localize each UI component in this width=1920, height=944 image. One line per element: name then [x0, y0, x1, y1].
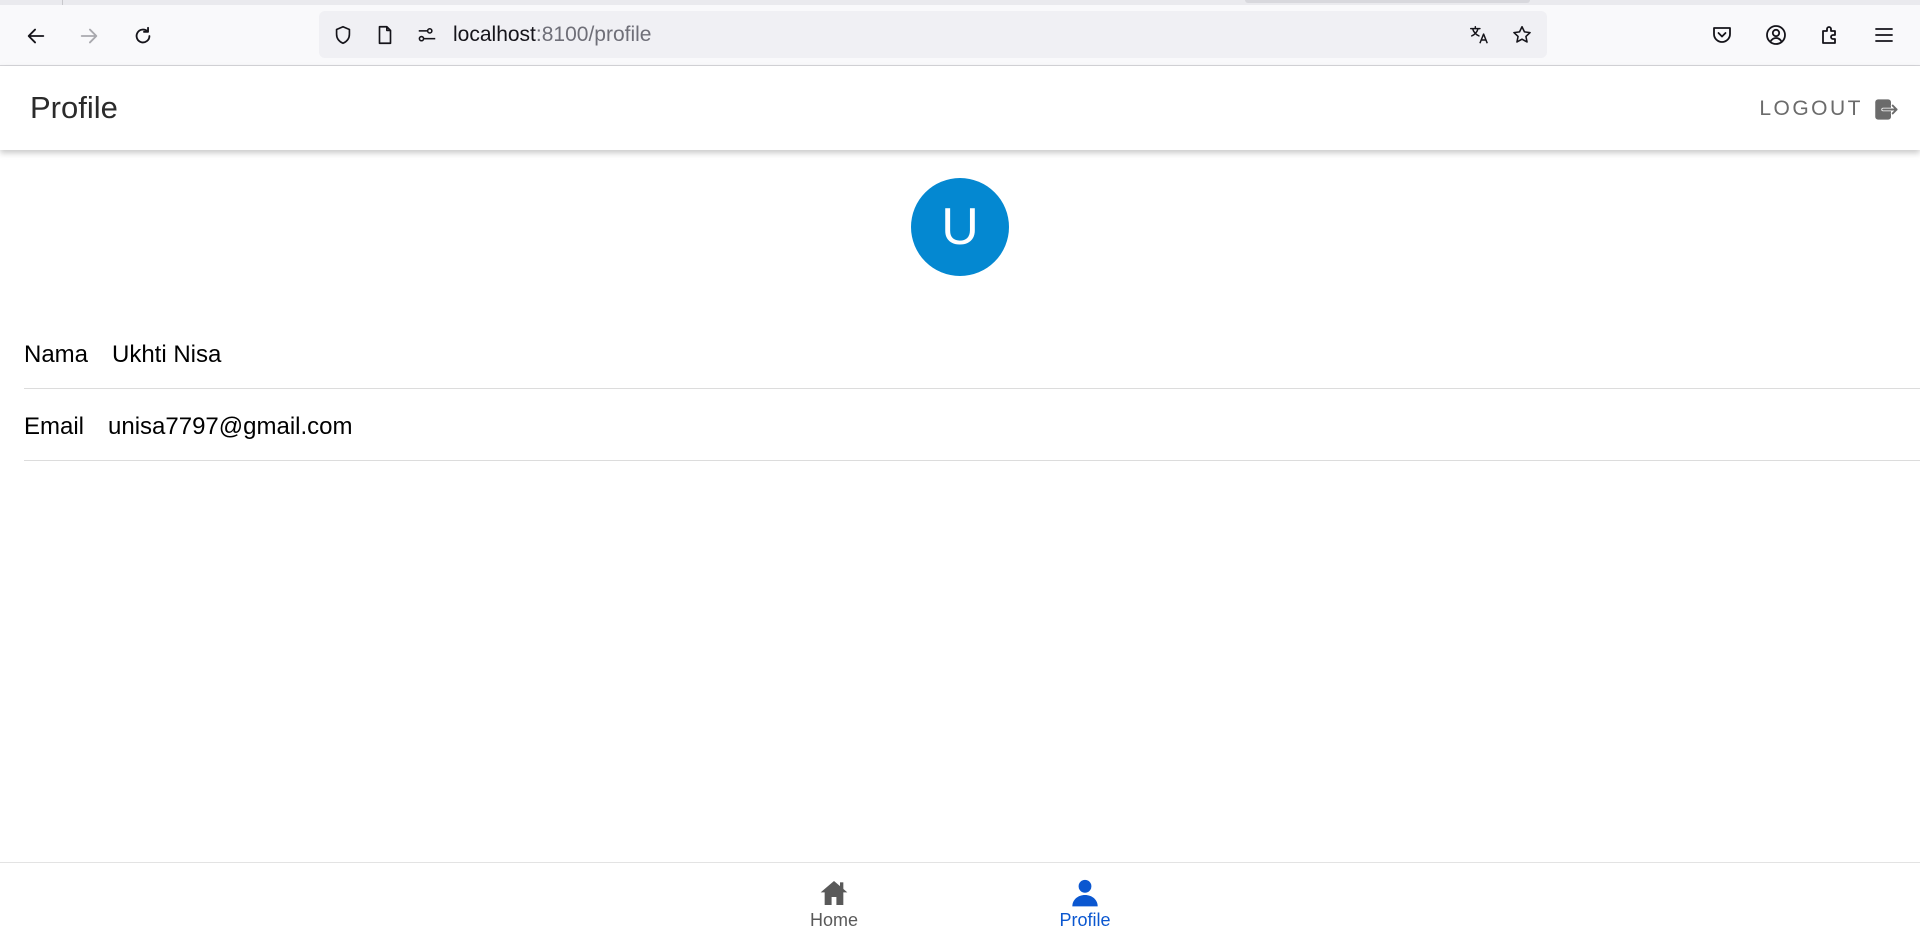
pocket-button[interactable]	[1705, 18, 1739, 52]
app-header: Profile LOGOUT	[0, 66, 1920, 150]
reload-icon	[135, 26, 151, 44]
avatar: U	[911, 178, 1009, 276]
back-button[interactable]	[18, 18, 54, 54]
page-icon[interactable]	[373, 23, 397, 47]
person-icon	[1072, 879, 1098, 907]
menu-icon	[1875, 28, 1893, 42]
url-host: localhost	[453, 23, 536, 46]
back-arrow-icon	[27, 28, 45, 44]
profile-row-nama: Nama Ukhti Nisa	[24, 317, 1920, 389]
account-icon	[1766, 25, 1786, 45]
forward-button[interactable]	[71, 18, 107, 54]
tab-divider	[62, 0, 63, 5]
bookmark-star-icon[interactable]	[1510, 23, 1534, 47]
tab-indicator	[1245, 0, 1530, 3]
tab-profile[interactable]: Profile	[1025, 877, 1145, 939]
nama-label: Nama	[24, 341, 89, 368]
browser-toolbar: localhost:8100/profile	[0, 0, 1920, 66]
page-title: Profile	[30, 90, 118, 125]
permissions-icon[interactable]	[415, 23, 439, 47]
url-path: :8100/profile	[535, 23, 652, 46]
home-icon	[820, 881, 848, 905]
profile-row-email: Email unisa7797@gmail.com	[24, 389, 1920, 461]
pocket-icon	[1713, 27, 1731, 43]
tab-home[interactable]: Home	[774, 877, 894, 939]
tab-home-label: Home	[809, 910, 858, 930]
reload-button[interactable]	[125, 18, 161, 54]
logout-label: LOGOUT	[1759, 97, 1863, 120]
tab-bar: Home Profile	[0, 862, 1920, 944]
shield-icon[interactable]	[331, 23, 355, 47]
nama-value: Ukhti Nisa	[112, 341, 222, 368]
email-value: unisa7797@gmail.com	[108, 413, 353, 440]
menu-button[interactable]	[1867, 18, 1901, 52]
email-label: Email	[24, 413, 85, 440]
extensions-icon	[1822, 26, 1836, 44]
tab-profile-label: Profile	[1059, 910, 1111, 930]
account-button[interactable]	[1759, 18, 1793, 52]
tab-strip	[0, 0, 1920, 5]
url-text[interactable]: localhost:8100/profile	[453, 23, 651, 47]
forward-arrow-icon	[80, 28, 98, 44]
translate-icon[interactable]	[1467, 23, 1491, 47]
extensions-button[interactable]	[1813, 18, 1847, 52]
logout-icon	[1875, 98, 1899, 120]
logout-button[interactable]: LOGOUT	[1759, 92, 1900, 126]
address-bar[interactable]: localhost:8100/profile	[319, 11, 1547, 58]
